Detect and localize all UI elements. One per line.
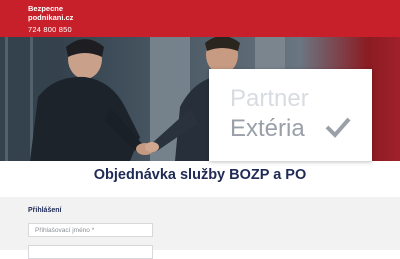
page-title: Objednávka služby BOZP a PO [93,167,307,183]
partner-badge: Partner Extéria [209,69,372,161]
partner-label: Partner [230,85,309,112]
login-section-label: Přihlášení [28,207,62,214]
username-input[interactable] [28,223,153,237]
password-input[interactable] [28,245,153,259]
checkmark-icon [325,117,351,138]
partner-name: Extéria [230,115,305,142]
top-bar: Bezpecne podnikani.cz 724 800 850 [0,0,400,37]
phone-number[interactable]: 724 800 850 [28,25,72,34]
brand-logo-text[interactable]: Bezpecne podnikani.cz [28,4,98,22]
login-form: Přihlášení [0,197,400,259]
